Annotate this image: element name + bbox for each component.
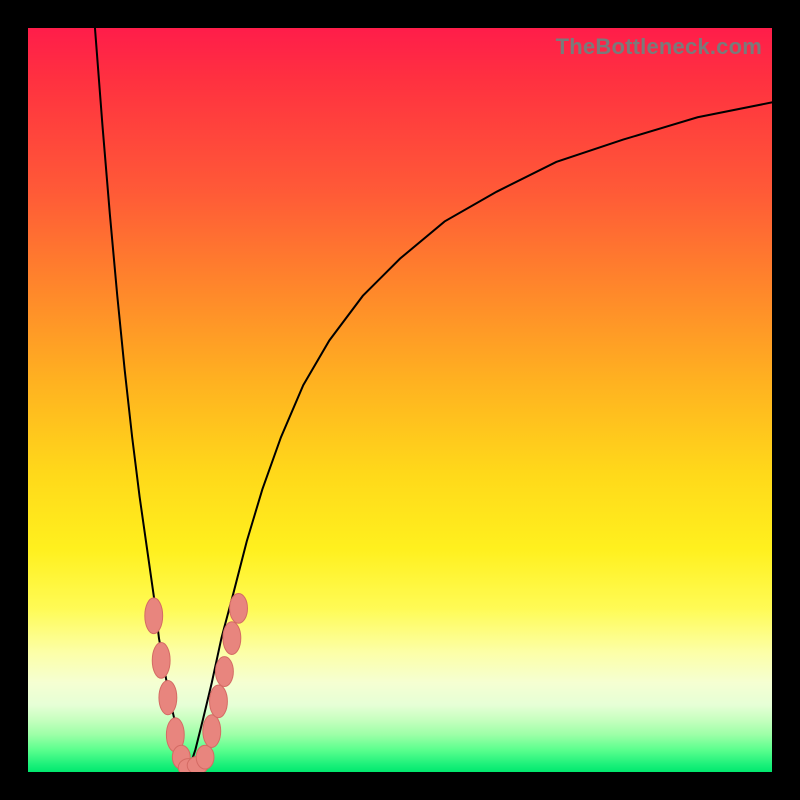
marker-8 bbox=[203, 715, 221, 748]
chart-frame: TheBottleneck.com bbox=[0, 0, 800, 800]
marker-1 bbox=[152, 643, 170, 679]
marker-7 bbox=[196, 745, 214, 769]
bottleneck-curve bbox=[28, 28, 772, 772]
series-left-branch bbox=[95, 28, 188, 772]
marker-10 bbox=[215, 657, 233, 687]
series-right-branch bbox=[188, 102, 772, 772]
plot-area: TheBottleneck.com bbox=[28, 28, 772, 772]
curve-paths bbox=[95, 28, 772, 772]
marker-9 bbox=[210, 685, 228, 718]
marker-0 bbox=[145, 598, 163, 634]
marker-2 bbox=[159, 680, 177, 714]
marker-11 bbox=[223, 622, 241, 655]
marker-12 bbox=[230, 593, 248, 623]
